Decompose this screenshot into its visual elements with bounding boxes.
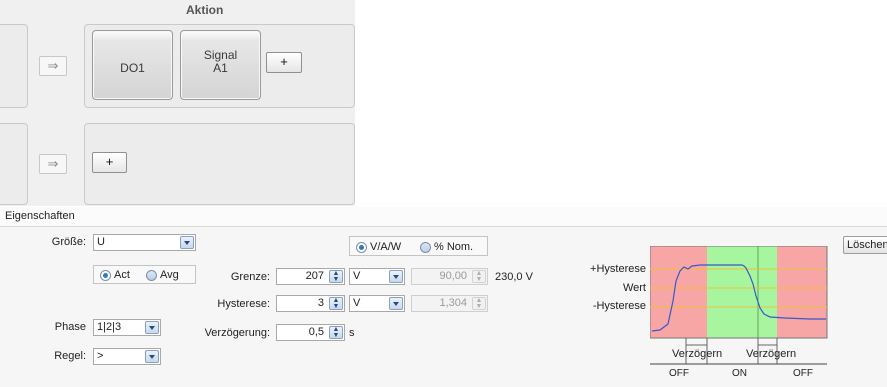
state-off1-label: OFF <box>669 368 689 379</box>
radio-selected-icon <box>356 241 367 253</box>
spinner-arrows-icon[interactable]: ▲ ▼ <box>329 326 343 339</box>
properties-header: Eigenschaften <box>0 207 887 227</box>
verzoegerung-unit: s <box>349 327 355 339</box>
phase-label: Phase <box>54 321 86 333</box>
act-radio[interactable]: Act <box>100 269 130 281</box>
condition-box-1 <box>0 24 28 108</box>
groesse-value: U <box>97 236 105 248</box>
spinner-arrows-icon[interactable]: ▲ ▼ <box>329 297 343 310</box>
grenze-nominal: 230,0 V <box>495 271 533 283</box>
action-a1-label: A1 <box>213 61 228 75</box>
hysterese-unit-select[interactable]: V <box>349 295 405 312</box>
grenze-unit-value: V <box>353 270 361 282</box>
state-on-label: ON <box>732 368 747 379</box>
hysterese-label: Hysterese: <box>217 298 270 310</box>
grenze-percent-spinner: 90,00 ▲ ▼ <box>411 268 488 285</box>
groesse-label: Größe: <box>51 236 86 248</box>
action-do1-label: DO1 <box>120 61 145 75</box>
verzoegerung-label: Verzögerung: <box>204 327 270 339</box>
add-action-button-2[interactable]: + <box>92 152 127 173</box>
regel-label: Regel: <box>54 350 86 362</box>
phase-value: 1|2|3 <box>97 321 122 333</box>
spinner-arrows-icon[interactable]: ▲ ▼ <box>329 270 343 283</box>
hyst-minus-label: -Hysterese <box>592 300 646 312</box>
delete-button[interactable]: Löschen <box>843 236 887 254</box>
chevron-down-icon <box>145 350 159 363</box>
hysterese-spinner[interactable]: 3 ▲ ▼ <box>276 295 345 312</box>
regel-select[interactable]: > <box>93 348 161 365</box>
radio-unselected-icon <box>146 269 157 281</box>
nom-label: % Nom. <box>434 241 474 254</box>
arrow-button-1[interactable]: ⇒ <box>39 56 67 76</box>
radio-unselected-icon <box>420 241 431 253</box>
chevron-down-icon <box>389 297 403 310</box>
condition-box-2 <box>0 123 28 205</box>
act-label: Act <box>114 269 130 282</box>
delay1-label: Verzögern <box>672 348 722 360</box>
hysterese-unit-value: V <box>353 297 361 309</box>
grenze-value: 207 <box>305 270 324 282</box>
chevron-down-icon <box>180 236 194 249</box>
act-avg-group: Act Avg <box>93 265 196 284</box>
action-do1-button[interactable]: DO1 <box>92 30 173 100</box>
action-signal-label: Signal <box>203 48 238 62</box>
wert-label: Wert <box>622 282 646 294</box>
spinner-arrows-icon: ▲ ▼ <box>472 270 486 283</box>
verzoegerung-spinner[interactable]: 0,5 ▲ ▼ <box>276 324 345 341</box>
state-off2-label: OFF <box>793 368 813 379</box>
grenze-spinner[interactable]: 207 ▲ ▼ <box>276 268 345 285</box>
radio-selected-icon <box>100 269 111 281</box>
action-signal-a1-button[interactable]: Signal A1 <box>180 30 261 100</box>
hysterese-percent-spinner: 1,304 ▲ ▼ <box>411 295 488 312</box>
on-zone <box>707 246 777 338</box>
regel-value: > <box>97 350 104 362</box>
hysterese-percent-value: 1,304 <box>439 297 467 309</box>
delay2-label: Verzögern <box>746 348 796 360</box>
vaw-label: V/A/W <box>370 241 402 254</box>
vaw-radio[interactable]: V/A/W <box>356 241 401 253</box>
chevron-down-icon <box>145 321 159 334</box>
arrow-button-2[interactable]: ⇒ <box>39 154 67 174</box>
groesse-select[interactable]: U <box>93 234 196 251</box>
avg-radio[interactable]: Avg <box>146 269 179 281</box>
spinner-arrows-icon: ▲ ▼ <box>472 297 486 310</box>
verzoegerung-value: 0,5 <box>308 326 324 338</box>
phase-select[interactable]: 1|2|3 <box>93 319 161 336</box>
action-column-header: Aktion <box>186 3 224 17</box>
hyst-plus-label: +Hysterese <box>590 263 646 275</box>
nom-radio[interactable]: % Nom. <box>420 241 473 253</box>
chevron-down-icon <box>389 270 403 283</box>
off-zone-2 <box>777 246 827 338</box>
unit-mode-group: V/A/W % Nom. <box>349 236 488 256</box>
properties-title: Eigenschaften <box>5 210 75 222</box>
avg-label: Avg <box>160 269 179 282</box>
grenze-unit-select[interactable]: V <box>349 268 405 285</box>
grenze-percent-value: 90,00 <box>439 270 467 282</box>
hysterese-value: 3 <box>317 297 324 309</box>
grenze-label: Grenze: <box>230 271 270 283</box>
hysteresis-diagram: Verzögern Verzögern OFF ON OFF <box>650 246 828 379</box>
off-zone-1 <box>650 246 707 338</box>
add-action-button-1[interactable]: + <box>266 52 302 73</box>
